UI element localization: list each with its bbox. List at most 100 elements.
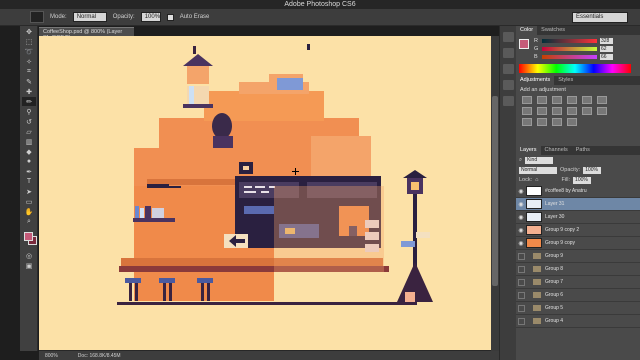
healing-tool-icon[interactable]: ✚ [22, 87, 36, 96]
eye-icon[interactable]: ◉ [516, 240, 526, 247]
visibility-toggle[interactable] [518, 252, 525, 260]
gradient-map-icon[interactable] [552, 118, 562, 126]
eye-icon[interactable]: ◉ [516, 227, 526, 234]
tab-layers[interactable]: Layers [516, 146, 541, 155]
channel-value[interactable]: 66 [600, 54, 613, 60]
eye-icon[interactable]: ◉ [516, 214, 526, 221]
exposure-icon[interactable] [567, 96, 577, 104]
color-spectrum-ramp[interactable] [519, 64, 631, 73]
layer-row[interactable]: ◉ #coffee8 by Anatru [516, 185, 640, 198]
layer-row-selected[interactable]: ◉ Layer 31 [516, 198, 640, 211]
magic-wand-tool-icon[interactable]: ✧ [22, 57, 36, 66]
layer-group-row[interactable]: Group 4 [516, 315, 640, 328]
tab-color[interactable]: Color [516, 26, 538, 35]
layer-group-row[interactable]: Group 7 [516, 276, 640, 289]
workspace-select[interactable]: Essentials [572, 12, 628, 23]
screen-mode-icon[interactable]: ▣ [22, 261, 36, 270]
layer-thumbnail [526, 238, 542, 248]
visibility-toggle[interactable] [518, 265, 525, 273]
pen-tool-icon[interactable]: ✒ [22, 167, 36, 176]
invert-icon[interactable] [597, 107, 607, 115]
canvas-area[interactable] [39, 36, 491, 351]
layer-group-row[interactable]: Group 9 [516, 250, 640, 263]
visibility-toggle[interactable] [518, 317, 525, 325]
properties-panel-icon[interactable] [503, 48, 514, 58]
eyedropper-tool-icon[interactable]: ✎ [22, 77, 36, 86]
channel-slider[interactable] [542, 55, 597, 59]
posterize-icon[interactable] [522, 118, 532, 126]
tab-adjustments[interactable]: Adjustments [516, 76, 555, 85]
color-panel-foreground-swatch[interactable] [519, 39, 529, 49]
history-panel-icon[interactable] [503, 32, 514, 42]
eye-icon[interactable]: ◉ [516, 188, 526, 195]
auto-erase-checkbox[interactable] [166, 13, 174, 21]
pencil-tool-icon[interactable]: ✏ [22, 97, 36, 106]
kind-filter-select[interactable]: Kind [525, 156, 554, 164]
mode-select[interactable]: Normal [72, 12, 107, 22]
paragraph-panel-icon[interactable] [503, 96, 514, 106]
levels-icon[interactable] [537, 96, 547, 104]
visibility-toggle[interactable] [518, 291, 525, 299]
photo-filter-icon[interactable] [552, 107, 562, 115]
color-lookup-icon[interactable] [582, 107, 592, 115]
channel-value[interactable]: 328 [600, 38, 613, 44]
opacity-field[interactable]: 100% [140, 12, 161, 22]
visibility-toggle[interactable] [518, 304, 525, 312]
tab-swatches[interactable]: Swatches [537, 26, 569, 35]
vibrance-icon[interactable] [582, 96, 592, 104]
tab-channels[interactable]: Channels [541, 146, 572, 155]
history-brush-tool-icon[interactable]: ↺ [22, 117, 36, 126]
brightness-contrast-icon[interactable] [522, 96, 532, 104]
gradient-tool-icon[interactable]: ▥ [22, 137, 36, 146]
layer-row[interactable]: ◉ Layer 30 [516, 211, 640, 224]
clone-stamp-tool-icon[interactable]: ⚲ [22, 107, 36, 116]
threshold-icon[interactable] [537, 118, 547, 126]
zoom-tool-icon[interactable]: ⌕ [22, 217, 36, 226]
layer-row[interactable]: ◉ Group 9 copy [516, 237, 640, 250]
crop-tool-icon[interactable]: ⌗ [22, 67, 36, 76]
marquee-tool-icon[interactable]: ⬚ [22, 37, 36, 46]
blend-mode-select[interactable]: Normal [519, 166, 557, 174]
adjustments-panel-tabs: Adjustments Styles [516, 76, 640, 85]
channel-value[interactable]: 62 [600, 46, 613, 52]
black-white-icon[interactable] [537, 107, 547, 115]
brush-panel-icon[interactable] [503, 64, 514, 74]
lock-icon[interactable]: ⌂ [535, 177, 538, 183]
move-tool-icon[interactable]: ✥ [22, 27, 36, 36]
layer-group-row[interactable]: Group 6 [516, 289, 640, 302]
eye-icon[interactable]: ◉ [516, 201, 526, 208]
tab-styles[interactable]: Styles [554, 76, 577, 85]
layer-group-row[interactable]: Group 5 [516, 302, 640, 315]
curves-icon[interactable] [552, 96, 562, 104]
foreground-color-swatch[interactable] [24, 232, 33, 241]
search-icon: ⌕ [519, 156, 523, 163]
character-panel-icon[interactable] [503, 80, 514, 90]
type-tool-icon[interactable]: T [22, 177, 36, 186]
zoom-level[interactable]: 800% [45, 353, 58, 359]
path-selection-tool-icon[interactable]: ➤ [22, 187, 36, 196]
canvas-vertical-scrollbar[interactable] [491, 36, 499, 351]
quick-mask-icon[interactable]: ◎ [22, 251, 36, 260]
brush-preset-picker[interactable] [30, 11, 44, 23]
layer-fill-field[interactable]: 100% [573, 176, 592, 184]
visibility-toggle[interactable] [518, 278, 525, 286]
layer-row[interactable]: ◉ Group 9 copy 2 [516, 224, 640, 237]
blur-tool-icon[interactable]: ◆ [22, 147, 36, 156]
layer-opacity-field[interactable]: 100% [583, 166, 602, 174]
shape-tool-icon[interactable]: ▭ [22, 197, 36, 206]
lasso-tool-icon[interactable]: ➰ [22, 47, 36, 56]
layer-group-row[interactable]: Group 8 [516, 263, 640, 276]
dodge-tool-icon[interactable]: ● [22, 157, 36, 166]
hand-tool-icon[interactable]: ✋ [22, 207, 36, 216]
hue-saturation-icon[interactable] [597, 96, 607, 104]
document-tab[interactable]: CoffeeShop.psd @ 800% (Layer 31, RGB/8) [39, 27, 134, 41]
channel-mixer-icon[interactable] [567, 107, 577, 115]
scrollbar-thumb[interactable] [492, 96, 498, 286]
document-canvas[interactable] [39, 36, 491, 350]
color-balance-icon[interactable] [522, 107, 532, 115]
channel-slider[interactable] [542, 47, 597, 51]
eraser-tool-icon[interactable]: ▱ [22, 127, 36, 136]
selective-color-icon[interactable] [567, 118, 577, 126]
tab-paths[interactable]: Paths [572, 146, 594, 155]
channel-slider[interactable] [542, 39, 597, 43]
